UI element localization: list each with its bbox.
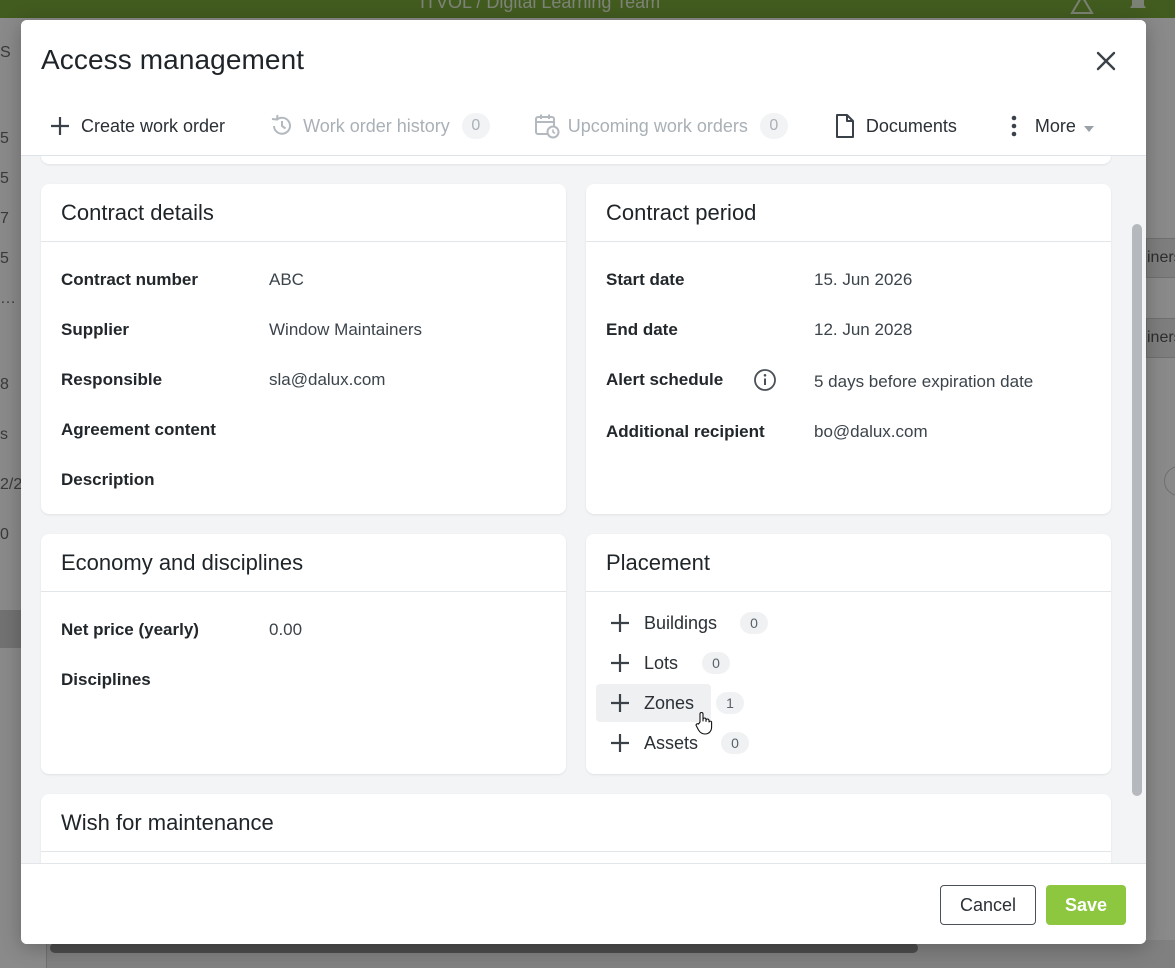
description-row: Description (61, 470, 155, 490)
documents-label: Documents (865, 115, 957, 136)
more-label: More (1034, 115, 1076, 136)
supplier-value: Window Maintainers (269, 320, 423, 339)
create-work-order-button[interactable]: Create work order (47, 108, 225, 144)
field-label: Agreement content (61, 420, 216, 439)
plus-icon (47, 113, 73, 139)
work-order-history-count: 0 (461, 113, 490, 139)
buildings-label: Buildings (644, 612, 718, 633)
lots-count: 0 (702, 652, 730, 674)
access-management-dialog: Access management Create work order Work… (21, 20, 1146, 944)
start-date-value: 15. Jun 2026 (814, 270, 913, 289)
cancel-button[interactable]: Cancel (940, 885, 1036, 925)
vertical-scroll-thumb[interactable] (1132, 224, 1142, 796)
dialog-header: Access management Create work order Work… (21, 20, 1146, 156)
upcoming-work-orders-count: 0 (759, 113, 788, 139)
additional-recipient-row: Additional recipient (606, 422, 765, 442)
history-icon (269, 113, 295, 139)
dialog-footer: Cancel Save (21, 863, 1146, 944)
supplier-row: Supplier (61, 320, 129, 340)
zones-label: Zones (644, 692, 695, 713)
field-label: Description (61, 470, 155, 489)
assets-count: 0 (721, 732, 749, 754)
placement-title: Placement (586, 534, 1111, 592)
calendar-clock-icon (534, 113, 560, 139)
zones-count: 1 (716, 692, 744, 714)
agreement-content-row: Agreement content (61, 420, 216, 440)
add-lots-button[interactable]: Lots (596, 644, 694, 682)
field-label: Supplier (61, 320, 130, 339)
caret-down-icon (1083, 116, 1094, 137)
field-label: Responsible (61, 370, 163, 389)
work-order-history-label: Work order history (303, 115, 450, 136)
plus-icon (611, 654, 629, 672)
documents-button[interactable]: Documents (832, 108, 957, 144)
contract-details-card: Contract details Contract number ABC Sup… (41, 184, 566, 514)
disciplines-row: Disciplines (61, 670, 151, 690)
dialog-body[interactable]: Contract details Contract number ABC Sup… (21, 156, 1146, 863)
field-label: End date (606, 320, 678, 339)
vertical-dots-icon (1001, 113, 1027, 139)
dialog-title: Access management (41, 44, 305, 75)
field-label: Additional recipient (606, 422, 765, 441)
field-label: Contract number (61, 270, 198, 289)
net-price-row: Net price (yearly) (61, 620, 199, 640)
plus-icon (611, 694, 629, 712)
field-label: Start date (606, 270, 685, 289)
responsible-row: Responsible (61, 370, 162, 390)
placement-card: Placement Buildings 0 Lots 0 Zones 1 Ass… (586, 534, 1111, 774)
start-date-row: Start date (606, 270, 684, 290)
document-icon (832, 113, 858, 139)
alert-schedule-row: Alert schedule (606, 370, 723, 390)
contract-number-value: ABC (269, 270, 304, 289)
plus-icon (611, 614, 629, 632)
upcoming-work-orders-button[interactable]: Upcoming work orders 0 (534, 108, 788, 144)
hand-cursor-icon (695, 711, 713, 735)
field-label: Net price (yearly) (61, 620, 199, 639)
add-zones-button[interactable]: Zones (596, 684, 711, 722)
upcoming-work-orders-label: Upcoming work orders (567, 115, 748, 136)
close-icon (1096, 51, 1116, 71)
economy-disciplines-title: Economy and disciplines (41, 534, 566, 592)
create-work-order-label: Create work order (81, 115, 226, 136)
contract-details-title: Contract details (41, 184, 566, 242)
field-label: Alert schedule (606, 370, 724, 389)
add-buildings-button[interactable]: Buildings (596, 604, 733, 642)
contract-period-card: Contract period Start date 15. Jun 2026 … (586, 184, 1111, 514)
plus-icon (611, 734, 629, 752)
more-menu-button[interactable]: More (1001, 108, 1094, 144)
wish-for-maintenance-card: Wish for maintenance (41, 794, 1111, 863)
additional-recipient-value: bo@dalux.com (814, 422, 928, 441)
contract-number-row: Contract number (61, 270, 198, 290)
work-order-history-button[interactable]: Work order history 0 (269, 108, 490, 144)
buildings-count: 0 (740, 612, 768, 634)
save-button[interactable]: Save (1046, 885, 1126, 925)
wish-for-maintenance-title: Wish for maintenance (41, 794, 1111, 852)
contract-period-title: Contract period (586, 184, 1111, 242)
dialog-toolbar: Create work order Work order history 0 U… (47, 108, 1138, 144)
previous-card-edge (41, 156, 1111, 164)
net-price-value: 0.00 (269, 620, 303, 639)
responsible-value: sla@dalux.com (269, 370, 386, 389)
info-icon[interactable] (753, 368, 777, 392)
alert-schedule-value: 5 days before expiration date (814, 372, 1034, 391)
end-date-value: 12. Jun 2028 (814, 320, 913, 339)
end-date-row: End date (606, 320, 678, 340)
field-label: Disciplines (61, 670, 151, 689)
close-button[interactable] (1091, 46, 1121, 76)
lots-label: Lots (644, 652, 679, 673)
economy-disciplines-card: Economy and disciplines Net price (yearl… (41, 534, 566, 774)
assets-label: Assets (644, 732, 699, 753)
